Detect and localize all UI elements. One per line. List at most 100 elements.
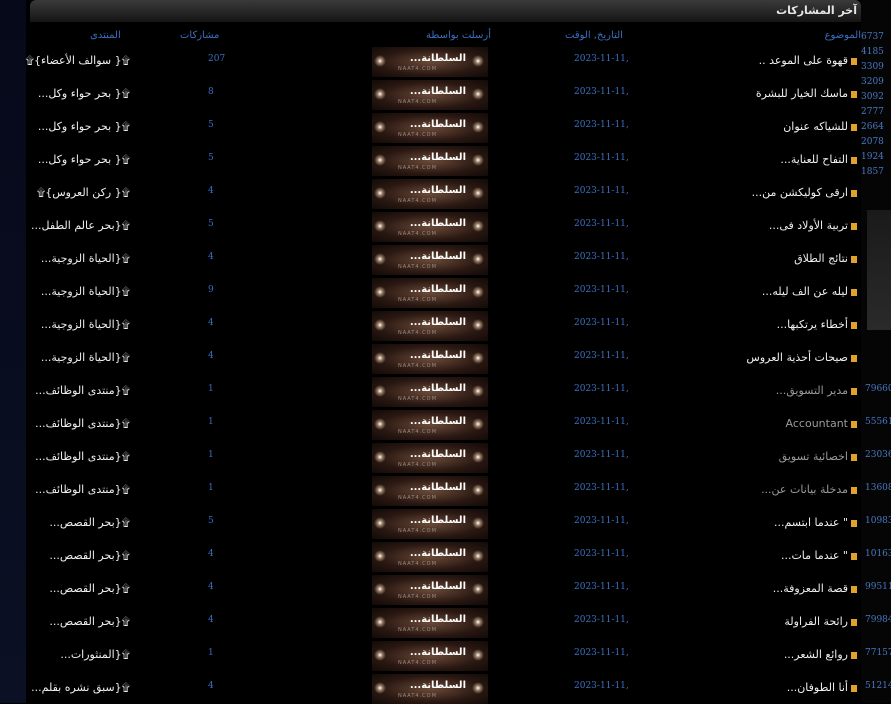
table-row: ليله عن الف ليله... 2023-11-11, السلطانة..… <box>26 275 866 308</box>
forum-link[interactable]: ۩{منتدى الوظائف... <box>35 417 130 431</box>
topic-link[interactable]: ليله عن الف ليله... <box>762 285 857 298</box>
topic-link[interactable]: اخصائية تسويق <box>779 450 857 463</box>
poster-banner[interactable]: السلطانة... NAAT4.COM <box>372 245 488 275</box>
forum-link[interactable]: ۩{سبق نشره بقلم... <box>31 681 130 695</box>
column-header-forum[interactable]: المنتدى <box>90 30 121 41</box>
sparkle-icon <box>374 682 386 694</box>
poster-banner[interactable]: السلطانة... NAAT4.COM <box>372 476 488 506</box>
poster-name: السلطانة... <box>410 416 466 427</box>
topic-link[interactable]: ارقى كوليكشن من... <box>752 186 857 199</box>
poster-banner[interactable]: السلطانة... NAAT4.COM <box>372 47 488 77</box>
column-header-topic[interactable]: الموضوع <box>825 30 861 41</box>
topic-link[interactable]: Accountant <box>786 417 857 430</box>
poster-banner[interactable]: السلطانة... NAAT4.COM <box>372 410 488 440</box>
forum-link[interactable]: ۩{المنثورات... <box>60 648 130 662</box>
poster-banner[interactable]: السلطانة... NAAT4.COM <box>372 113 488 143</box>
poster-banner[interactable]: السلطانة... NAAT4.COM <box>372 575 488 605</box>
banner-site-text: NAAT4.COM <box>398 594 437 600</box>
post-count: 1 <box>208 648 214 658</box>
post-date: 2023-11-11, <box>574 549 629 559</box>
post-date: 2023-11-11, <box>574 54 629 64</box>
poster-banner[interactable]: السلطانة... NAAT4.COM <box>372 674 488 704</box>
table-row: " عندما ابتسم... 2023-11-11, السلطانة... NA… <box>26 506 866 539</box>
post-date: 2023-11-11, <box>574 351 629 361</box>
post-date: 2023-11-11, <box>574 318 629 328</box>
topic-link[interactable]: صيحات أحذية العروس <box>746 351 857 364</box>
poster-banner[interactable]: السلطانة... NAAT4.COM <box>372 80 488 110</box>
poster-banner[interactable]: السلطانة... NAAT4.COM <box>372 377 488 407</box>
poster-banner[interactable]: السلطانة... NAAT4.COM <box>372 311 488 341</box>
forum-link[interactable]: ۩{ بحر حواء وكل... <box>38 120 130 134</box>
forum-link[interactable]: ۩{الحياة الزوجية... <box>41 285 130 299</box>
forum-link[interactable]: ۩{الحياة الزوجية... <box>41 318 130 332</box>
post-date: 2023-11-11, <box>574 285 629 295</box>
topic-link[interactable]: قصة المعزوفة... <box>773 582 857 595</box>
topic-link[interactable]: تربية الأولاد فى... <box>769 219 857 232</box>
poster-banner[interactable]: السلطانة... NAAT4.COM <box>372 608 488 638</box>
poster-banner[interactable]: السلطانة... NAAT4.COM <box>372 146 488 176</box>
column-header-posts[interactable]: مشاركات <box>180 30 219 41</box>
poster-banner[interactable]: السلطانة... NAAT4.COM <box>372 542 488 572</box>
banner-site-text: NAAT4.COM <box>398 264 437 270</box>
document-icon <box>851 420 857 428</box>
forum-link[interactable]: ۩{ سوالف الأعضاء}۩ <box>26 54 130 68</box>
topic-link[interactable]: قهوة على الموعد .. <box>759 54 857 67</box>
forum-link[interactable]: ۩{ بحر حواء وكل... <box>38 87 130 101</box>
banner-site-text: NAAT4.COM <box>398 165 437 171</box>
topic-link[interactable]: مدخلة بيانات عن... <box>761 483 857 496</box>
post-date: 2023-11-11, <box>574 384 629 394</box>
poster-banner[interactable]: السلطانة... NAAT4.COM <box>372 212 488 242</box>
topic-link[interactable]: للشياكه عنوان <box>783 120 857 133</box>
forum-link[interactable]: ۩{ بحر حواء وكل... <box>38 153 130 167</box>
post-count: 4 <box>208 615 214 625</box>
sparkle-icon <box>374 451 386 463</box>
forum-link[interactable]: ۩{منتدى الوظائف... <box>35 483 130 497</box>
poster-banner[interactable]: السلطانة... NAAT4.COM <box>372 443 488 473</box>
forum-link[interactable]: ۩{ ركن العروس}۩ <box>37 186 130 200</box>
poster-name-text: السلطانة <box>421 218 466 229</box>
forum-link[interactable]: ۩{بحر القصص... <box>49 582 130 596</box>
side-count: 79984 <box>865 615 891 625</box>
forum-link[interactable]: ۩{بحر القصص... <box>49 549 130 563</box>
forum-link[interactable]: ۩{منتدى الوظائف... <box>35 384 130 398</box>
poster-banner[interactable]: السلطانة... NAAT4.COM <box>372 179 488 209</box>
poster-banner[interactable]: السلطانة... NAAT4.COM <box>372 278 488 308</box>
forum-link[interactable]: ۩{الحياة الزوجية... <box>41 252 130 266</box>
topic-link[interactable]: أنا الطوفان... <box>787 681 857 694</box>
document-icon <box>851 552 857 560</box>
topic-link[interactable]: مدير التسويق... <box>776 384 857 397</box>
topic-link[interactable]: روائع الشعر... <box>784 648 857 661</box>
topic-link[interactable]: " عندما مات... <box>781 549 857 562</box>
poster-name: السلطانة... <box>410 350 466 361</box>
section-title: آخر المشاركات <box>776 4 857 17</box>
forum-link[interactable]: ۩{منتدى الوظائف... <box>35 450 130 464</box>
post-count: 5 <box>208 120 214 130</box>
post-date: 2023-11-11, <box>574 615 629 625</box>
table-row: صيحات أحذية العروس 2023-11-11, السلطانة...… <box>26 341 866 374</box>
sparkle-icon <box>374 583 386 595</box>
topic-link[interactable]: أخطاء يرتكبها... <box>777 318 857 331</box>
poster-name-text: السلطانة <box>421 383 466 394</box>
forum-link[interactable]: ۩{بحر عالم الطفل... <box>31 219 130 233</box>
topic-link[interactable]: التفاح للعناية... <box>780 153 857 166</box>
column-header-posted-by[interactable]: أرسلت بواسطة <box>426 30 491 41</box>
topic-link[interactable]: نتائج الطلاق <box>794 252 857 265</box>
sparkle-icon <box>472 220 484 232</box>
document-icon <box>851 387 857 395</box>
document-icon <box>851 189 857 197</box>
sparkle-icon <box>472 88 484 100</box>
document-icon <box>851 651 857 659</box>
poster-banner[interactable]: السلطانة... NAAT4.COM <box>372 641 488 671</box>
poster-banner[interactable]: السلطانة... NAAT4.COM <box>372 344 488 374</box>
document-icon <box>851 156 857 164</box>
column-header-datetime[interactable]: التاريخ, الوقت <box>565 30 623 41</box>
sparkle-icon <box>374 121 386 133</box>
poster-banner[interactable]: السلطانة... NAAT4.COM <box>372 509 488 539</box>
forum-link[interactable]: ۩{الحياة الزوجية... <box>41 351 130 365</box>
forum-link[interactable]: ۩{بحر القصص... <box>49 516 130 530</box>
forum-link[interactable]: ۩{بحر القصص... <box>49 615 130 629</box>
topic-link[interactable]: " عندما ابتسم... <box>774 516 857 529</box>
topic-link[interactable]: ماسك الخيار للبشرة <box>756 87 857 100</box>
banner-site-text: NAAT4.COM <box>398 660 437 666</box>
topic-link[interactable]: رائحة الفراولة <box>784 615 857 628</box>
